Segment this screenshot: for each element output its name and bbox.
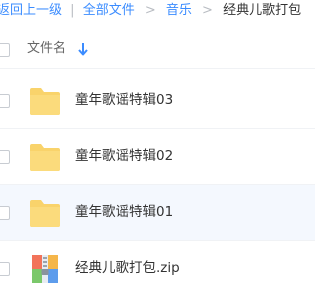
- back-link[interactable]: 返回上一级: [0, 3, 62, 18]
- breadcrumb-item-all-files[interactable]: 全部文件: [83, 3, 135, 18]
- row-checkbox[interactable]: [0, 262, 10, 276]
- row-checkbox[interactable]: [0, 150, 10, 164]
- folder-icon: [30, 88, 60, 115]
- breadcrumb-arrow: >: [202, 3, 213, 18]
- file-name[interactable]: 经典儿歌打包.zip: [75, 258, 180, 278]
- file-list-header: 文件名: [0, 32, 315, 69]
- file-name[interactable]: 童年歌谣特辑02: [75, 146, 173, 166]
- file-row[interactable]: 童年歌谣特辑02: [0, 129, 315, 185]
- file-row[interactable]: 经典儿歌打包.zip: [0, 241, 315, 283]
- arrow-down-icon[interactable]: [77, 41, 89, 57]
- file-name[interactable]: 童年歌谣特辑01: [75, 202, 173, 222]
- row-checkbox[interactable]: [0, 206, 10, 220]
- zip-icon: [32, 255, 58, 283]
- file-row[interactable]: 童年歌谣特辑03: [0, 73, 315, 129]
- file-row[interactable]: 童年歌谣特辑01: [0, 185, 315, 241]
- folder-icon: [30, 200, 60, 227]
- breadcrumb-item-music[interactable]: 音乐: [166, 3, 192, 18]
- folder-icon: [30, 144, 60, 171]
- breadcrumb-arrow: >: [144, 3, 156, 18]
- breadcrumb-separator: |: [70, 3, 75, 18]
- breadcrumb: 返回上一级 | 全部文件 > 音乐 > 经典儿歌打包: [0, 0, 315, 26]
- select-all-checkbox[interactable]: [0, 43, 10, 57]
- row-checkbox[interactable]: [0, 94, 10, 108]
- file-name[interactable]: 童年歌谣特辑03: [75, 90, 173, 110]
- column-header-filename[interactable]: 文件名: [27, 39, 66, 59]
- breadcrumb-current: 经典儿歌打包: [223, 3, 302, 18]
